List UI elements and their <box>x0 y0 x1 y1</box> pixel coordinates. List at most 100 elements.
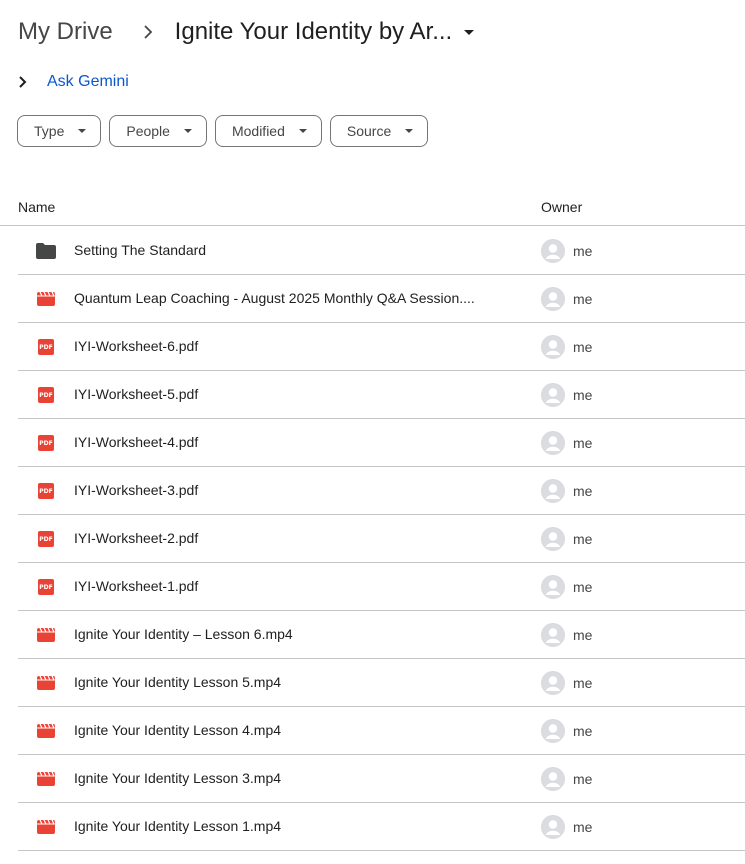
owner-cell: me <box>541 239 592 263</box>
pdf-icon: PDF <box>36 577 56 597</box>
owner-cell: me <box>541 719 592 743</box>
owner-cell: me <box>541 431 592 455</box>
owner-cell: me <box>541 815 592 839</box>
file-list: Setting The Standard me Quantum Leap Coach… <box>18 227 745 851</box>
ask-gemini-link[interactable]: Ask Gemini <box>47 73 129 91</box>
file-name: Quantum Leap Coaching - August 2025 Mont… <box>74 290 475 306</box>
file-name: IYI-Worksheet-6.pdf <box>74 338 199 354</box>
caret-down-icon <box>183 129 192 133</box>
file-name: IYI-Worksheet-4.pdf <box>74 434 199 450</box>
table-row[interactable]: Ignite Your Identity Lesson 1.mp4 me <box>18 803 745 851</box>
owner-cell: me <box>541 767 592 791</box>
pdf-icon: PDF <box>36 433 56 453</box>
chip-label: Source <box>346 123 392 139</box>
column-header-name[interactable]: Name <box>18 199 55 215</box>
ask-gemini-toggle[interactable]: Ask Gemini <box>18 70 129 94</box>
table-row[interactable]: PDF IYI-Worksheet-3.pdf me <box>18 467 745 515</box>
breadcrumb-my-drive[interactable]: My Drive <box>18 18 113 46</box>
folder-icon <box>36 241 56 261</box>
video-icon <box>36 673 56 693</box>
owner-label: me <box>573 819 593 835</box>
table-row[interactable]: PDF IYI-Worksheet-2.pdf me <box>18 515 745 563</box>
avatar-icon <box>541 431 565 455</box>
avatar-icon <box>541 335 565 359</box>
file-name: Ignite Your Identity – Lesson 6.mp4 <box>74 626 293 642</box>
owner-cell: me <box>541 575 592 599</box>
video-icon <box>36 625 56 645</box>
owner-label: me <box>573 243 593 259</box>
caret-down-icon <box>298 129 307 133</box>
pdf-icon: PDF <box>36 385 56 405</box>
owner-cell: me <box>541 527 592 551</box>
table-row[interactable]: PDF IYI-Worksheet-4.pdf me <box>18 419 745 467</box>
owner-label: me <box>573 387 593 403</box>
avatar-icon <box>541 767 565 791</box>
file-name: Ignite Your Identity Lesson 5.mp4 <box>74 674 282 690</box>
table-row[interactable]: Setting The Standard me <box>18 227 745 275</box>
owner-label: me <box>573 723 593 739</box>
owner-cell: me <box>541 623 592 647</box>
table-row[interactable]: Ignite Your Identity Lesson 3.mp4 me <box>18 755 745 803</box>
chevron-right-icon <box>133 25 163 39</box>
table-row[interactable]: Ignite Your Identity – Lesson 6.mp4 me <box>18 611 745 659</box>
table-row[interactable]: Ignite Your Identity Lesson 4.mp4 me <box>18 707 745 755</box>
current-folder-title: Ignite Your Identity by Ar... <box>174 18 453 45</box>
file-name: IYI-Worksheet-2.pdf <box>74 530 199 546</box>
owner-cell: me <box>541 383 592 407</box>
video-icon <box>36 289 56 309</box>
file-name: Ignite Your Identity Lesson 4.mp4 <box>74 722 282 738</box>
filter-modified-chip[interactable]: Modified <box>214 115 322 147</box>
table-row[interactable]: PDF IYI-Worksheet-1.pdf me <box>18 563 745 611</box>
table-row[interactable]: Ignite Your Identity Lesson 5.mp4 me <box>18 659 745 707</box>
owner-cell: me <box>541 335 592 359</box>
caret-down-icon <box>405 129 414 133</box>
avatar-icon <box>541 479 565 503</box>
video-icon <box>36 769 56 789</box>
owner-label: me <box>573 627 593 643</box>
column-header-owner[interactable]: Owner <box>541 199 582 215</box>
avatar-icon <box>541 239 565 263</box>
owner-label: me <box>573 291 593 307</box>
avatar-icon <box>541 815 565 839</box>
filter-chips: Type People Modified Source <box>17 115 429 147</box>
table-row[interactable]: PDF IYI-Worksheet-5.pdf me <box>18 371 745 419</box>
file-name: IYI-Worksheet-1.pdf <box>74 578 199 594</box>
filter-source-chip[interactable]: Source <box>329 115 429 147</box>
video-icon <box>36 817 56 837</box>
filter-type-chip[interactable]: Type <box>17 115 102 147</box>
video-icon <box>36 721 56 741</box>
chevron-right-icon <box>18 75 38 89</box>
table-row[interactable]: PDF IYI-Worksheet-6.pdf me <box>18 323 745 371</box>
owner-label: me <box>573 339 593 355</box>
caret-down-icon <box>78 129 87 133</box>
owner-cell: me <box>541 671 592 695</box>
breadcrumb-current-folder[interactable]: Ignite Your Identity by Ar... <box>175 18 475 46</box>
chip-label: People <box>126 123 170 139</box>
chip-label: Modified <box>231 123 285 139</box>
pdf-icon: PDF <box>36 337 56 357</box>
avatar-icon <box>541 671 565 695</box>
filter-people-chip[interactable]: People <box>109 115 207 147</box>
owner-label: me <box>573 531 593 547</box>
avatar-icon <box>541 719 565 743</box>
avatar-icon <box>541 623 565 647</box>
breadcrumb: My Drive Ignite Your Identity by Ar... <box>18 14 475 50</box>
owner-label: me <box>573 435 593 451</box>
owner-label: me <box>573 579 593 595</box>
owner-cell: me <box>541 287 592 311</box>
avatar-icon <box>541 527 565 551</box>
avatar-icon <box>541 575 565 599</box>
avatar-icon <box>541 287 565 311</box>
pdf-icon: PDF <box>36 481 56 501</box>
pdf-icon: PDF <box>36 529 56 549</box>
file-name: Ignite Your Identity Lesson 1.mp4 <box>74 818 282 834</box>
file-name: IYI-Worksheet-3.pdf <box>74 482 199 498</box>
owner-label: me <box>573 771 593 787</box>
owner-cell: me <box>541 479 592 503</box>
file-name: IYI-Worksheet-5.pdf <box>74 386 199 402</box>
owner-label: me <box>573 675 593 691</box>
file-name: Setting The Standard <box>74 242 207 258</box>
avatar-icon <box>541 383 565 407</box>
file-name: Ignite Your Identity Lesson 3.mp4 <box>74 770 282 786</box>
table-row[interactable]: Quantum Leap Coaching - August 2025 Mont… <box>18 275 745 323</box>
